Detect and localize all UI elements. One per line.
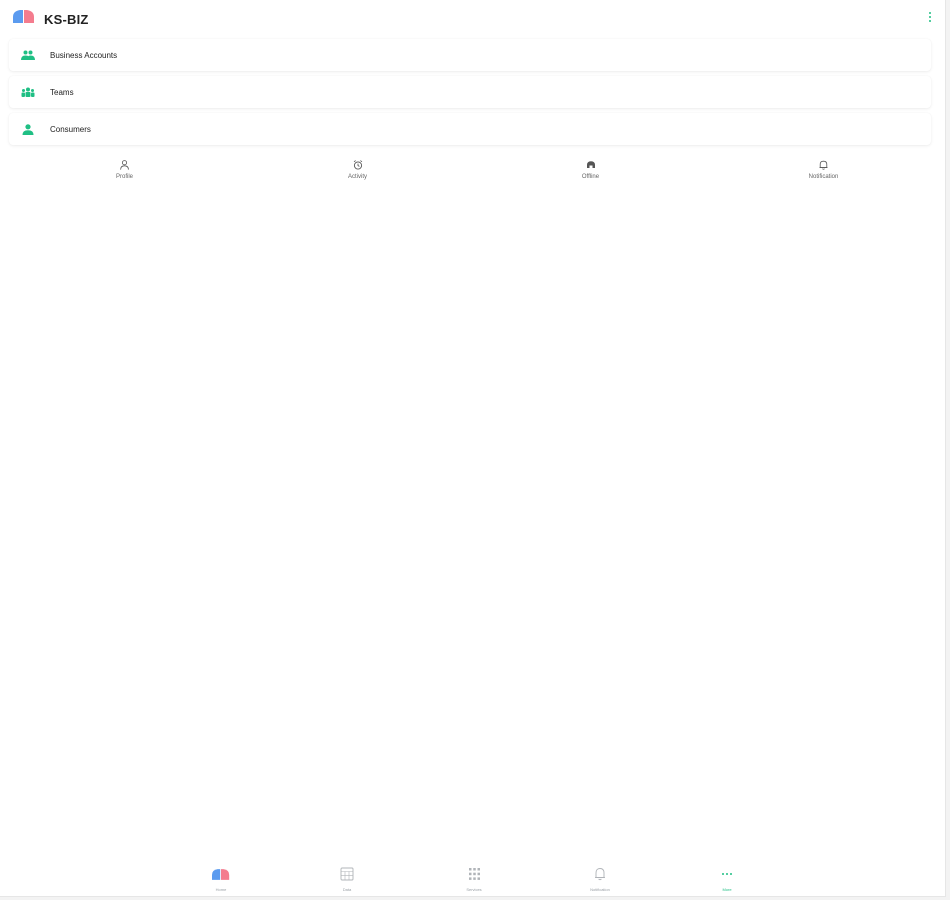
quick-item-label: Profile xyxy=(115,174,133,180)
person-outline-icon xyxy=(120,160,130,170)
nav-item-data[interactable]: Data xyxy=(317,866,377,892)
nav-item-label: More xyxy=(722,887,732,892)
quick-item-profile[interactable]: Profile xyxy=(8,160,241,186)
nav-item-label: Services xyxy=(466,887,482,892)
quick-item-notification[interactable]: Notification xyxy=(707,160,940,186)
app-window: KS-BIZ Business Accounts Teams Consumers… xyxy=(0,0,946,897)
ks-biz-logo-icon xyxy=(13,10,34,23)
quick-actions-row: Profile Activity Offline Notification xyxy=(0,160,946,186)
logo-icon xyxy=(212,866,230,882)
grid-icon xyxy=(465,866,483,882)
nav-item-services[interactable]: Services xyxy=(444,866,504,892)
bell-icon xyxy=(591,866,609,882)
brand-title: KS-BIZ xyxy=(44,12,89,27)
menu-item-label: Business Accounts xyxy=(50,50,118,60)
menu-item-label: Consumers xyxy=(50,124,91,134)
nav-item-label: Data xyxy=(342,887,352,892)
more-dots-icon xyxy=(718,866,736,882)
nav-item-more[interactable]: More xyxy=(697,866,757,892)
quick-item-label: Activity xyxy=(347,174,367,180)
nav-item-home[interactable]: Home xyxy=(191,866,251,892)
quick-item-label: Offline xyxy=(581,174,600,180)
bottom-navigation: Home Data Services Notification More xyxy=(0,866,946,896)
nav-item-label: Home xyxy=(215,887,227,892)
offline-icon xyxy=(586,160,596,170)
quick-item-offline[interactable]: Offline xyxy=(474,160,707,186)
menu-list: Business Accounts Teams Consumers xyxy=(9,39,931,150)
quick-item-label: Notification xyxy=(808,174,839,180)
nav-item-notification[interactable]: Notification xyxy=(570,866,630,892)
bell-icon xyxy=(819,160,829,170)
calendar-icon xyxy=(338,866,356,882)
alarm-clock-icon xyxy=(353,160,363,170)
teams-icon xyxy=(21,85,35,99)
menu-item-consumers[interactable]: Consumers xyxy=(9,113,931,145)
app-header: KS-BIZ xyxy=(0,0,946,38)
person-icon xyxy=(21,122,35,136)
window-edge-right xyxy=(946,0,950,900)
people-group-icon xyxy=(21,48,35,62)
menu-item-label: Teams xyxy=(50,87,74,97)
menu-item-teams[interactable]: Teams xyxy=(9,76,931,108)
quick-item-activity[interactable]: Activity xyxy=(241,160,474,186)
kebab-menu-icon[interactable] xyxy=(925,9,935,25)
nav-item-label: Notification xyxy=(590,887,610,892)
menu-item-business-accounts[interactable]: Business Accounts xyxy=(9,39,931,71)
